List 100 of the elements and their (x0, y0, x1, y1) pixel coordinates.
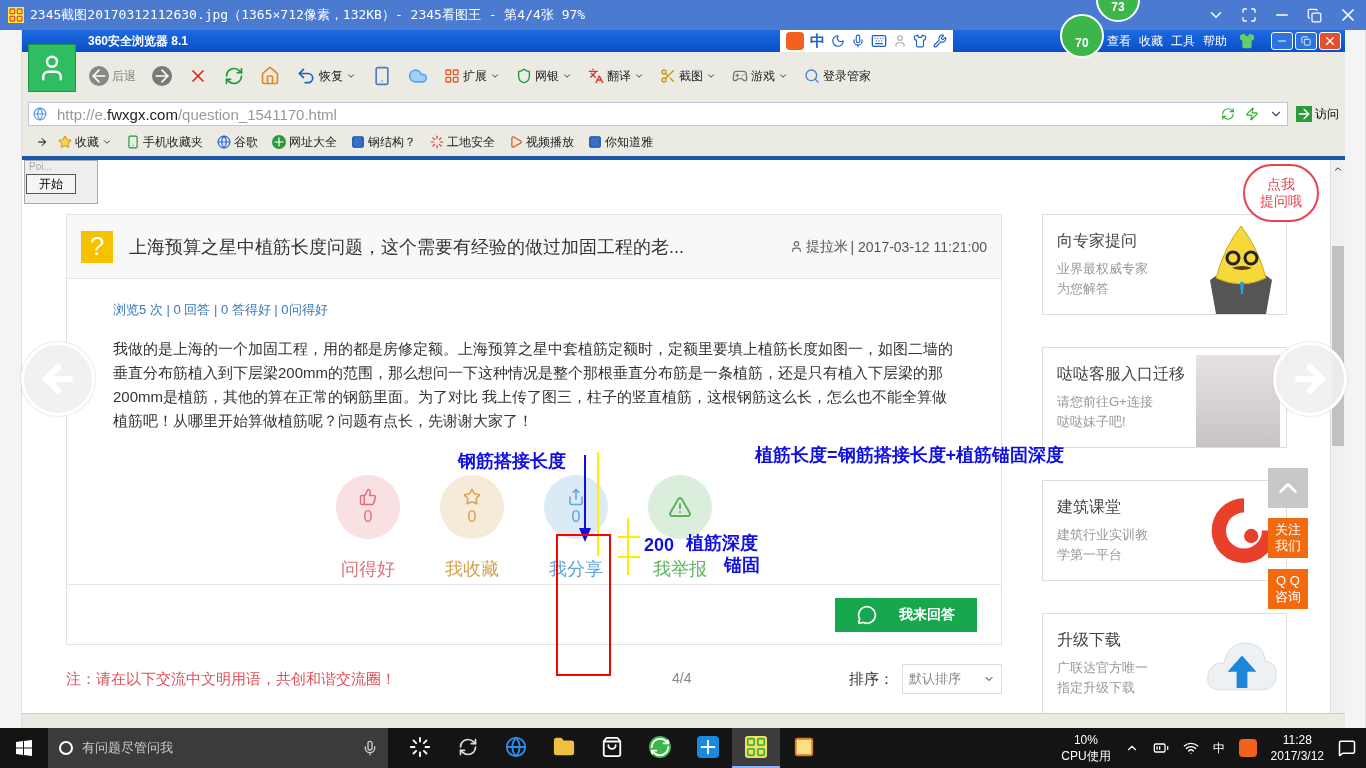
restore-icon[interactable] (1307, 7, 1322, 23)
annotation-label: 植筋长度=钢筋搭接长度+植筋锚固深度 (755, 446, 1065, 465)
warning-icon (668, 495, 692, 519)
start-button[interactable]: 开始 (26, 174, 76, 194)
caret-icon (346, 71, 356, 81)
search-field[interactable]: 有问题尽管问我 (48, 728, 388, 768)
toolbar-button[interactable]: 截图 (657, 65, 719, 87)
toolbar-button[interactable]: 翻译 (585, 65, 647, 87)
caret-icon (706, 71, 716, 81)
caret-icon (778, 71, 788, 81)
bookmark-item[interactable]: 谷歌 (213, 130, 262, 154)
ime-logo-icon (1238, 739, 1257, 757)
ad-subtitle: 指定升级下载 (1057, 679, 1136, 697)
back-icon (89, 66, 109, 86)
phone-icon (126, 135, 140, 149)
notice-text: 注：请在以下交流中文明用语，共创和谐交流圈！ (66, 669, 396, 689)
star-icon (58, 135, 72, 149)
bookmark-item[interactable]: 你知道雅 (584, 130, 657, 154)
shirt-icon (913, 34, 927, 48)
arrow-right-icon (1296, 106, 1312, 122)
annotation-label: 钢筋搭接长度 (458, 452, 566, 471)
menu-item[interactable]: 收藏 (1139, 32, 1163, 50)
image-viewer-icon (745, 736, 767, 758)
avatar-icon[interactable] (28, 44, 76, 92)
notification-icon[interactable] (1338, 739, 1356, 757)
grid-icon (444, 68, 460, 84)
question-title: 上海预算之星中植筋长度问题，这个需要有经验的做过加固工程的老... (129, 235, 684, 259)
clock[interactable]: 11:28 2017/3/12 (1270, 732, 1324, 764)
restore-button[interactable] (1295, 32, 1317, 50)
site-icon (588, 135, 602, 149)
ime-logo-icon (786, 32, 804, 50)
action-label: 我收藏 (445, 558, 499, 581)
popup-title: Poi... (28, 161, 52, 172)
action-label: 问得好 (341, 558, 395, 581)
annotation-label: 锚固 (724, 556, 760, 575)
scroll-up-icon[interactable] (1333, 164, 1343, 174)
refresh-icon (1221, 107, 1235, 121)
window-title: 2345截图20170312112630.jpg（1365×712像素，132KB）- 2345看图王 - 第4/4张 97% (30, 6, 586, 24)
ime-indicator[interactable]: 中 (1212, 739, 1225, 757)
author-link[interactable]: 提拉米 (805, 237, 848, 256)
menu-item[interactable]: 帮助 (1203, 32, 1227, 50)
bookmark-item[interactable]: 网址大全 (268, 130, 341, 154)
address-field[interactable]: http://e.fwxgx.com/question_1541170.html (28, 102, 1288, 126)
user-icon (789, 240, 803, 253)
keyboard-icon (871, 33, 887, 49)
cpu-meter: 10% CPU使用 (1061, 732, 1111, 764)
ad-title: 建筑课堂 (1057, 497, 1122, 517)
share-icon (567, 488, 585, 506)
plus-icon (272, 135, 286, 149)
globe-icon (33, 107, 47, 121)
notes-icon (793, 736, 815, 758)
play-icon (509, 135, 523, 149)
caret-icon (562, 71, 572, 81)
search-icon (58, 740, 74, 756)
lightning-icon (1245, 107, 1259, 121)
bookmark-item[interactable]: 钢结构？ (347, 130, 420, 154)
store-icon (601, 736, 623, 758)
mic-icon[interactable] (362, 740, 378, 756)
taskbar-app[interactable] (732, 728, 780, 768)
toolbar-button[interactable]: 扩展 (441, 65, 503, 87)
site-icon (351, 135, 365, 149)
toolbar-button[interactable]: 网银 (513, 65, 575, 87)
cloud-icon (408, 66, 428, 86)
refresh-icon (224, 66, 244, 86)
bookmark-item[interactable]: 收藏 (54, 130, 116, 154)
star-icon (463, 488, 481, 506)
ad-subtitle: 为您解答 (1057, 280, 1110, 298)
go-button[interactable]: 访问 (1296, 105, 1339, 123)
battery-icon (1152, 740, 1169, 756)
mic-icon (851, 34, 865, 48)
minimize-button[interactable] (1271, 32, 1293, 50)
caret-icon (490, 71, 500, 81)
shield-icon (516, 68, 532, 84)
action-count: 0 (363, 508, 373, 526)
scissors-icon (660, 68, 676, 84)
close-icon (1323, 34, 1337, 48)
bookmark-item[interactable]: 工地安全 (426, 130, 499, 154)
close-button[interactable] (1319, 32, 1341, 50)
post-date: | 2017-03-12 11:21:00 (850, 238, 987, 255)
action-count: 0 (467, 508, 477, 526)
question-icon: ? (81, 230, 113, 263)
bookmark-item[interactable]: 手机收藏夹 (122, 130, 207, 154)
dimension-mark (617, 517, 641, 576)
toolbar-button[interactable]: 恢复 (293, 64, 359, 88)
question-body: 我做的是上海的一个加固工程，用的都是房修定额。上海预算之星中套植筋定额时，定额里要填上植筋长度如图一，如图二墙的垂直分布筋植入到下层梁200mm的范围，那么想问一下这种情况是整个那根垂直分布筋是一条植筋，还是只有植入下层梁的那200mm是植筋，其他的算在正常的钢筋里面。为了对比 我上传了图三，柱子的竖直植筋，这根钢筋这么长，怎么也不能全算做植筋吧！从哪里开始算做植筋呢？问题有点长，先谢谢大家了！ (113, 339, 954, 431)
translate-icon (588, 68, 604, 84)
sort-label: 排序： (849, 669, 894, 689)
annotation-label: 200 (644, 536, 675, 555)
sidebar-toggle-icon[interactable] (36, 136, 48, 148)
menu-item[interactable]: 查看 (1107, 32, 1131, 50)
phone-icon (372, 66, 392, 86)
sort-select[interactable]: 默认排序 (902, 664, 1002, 694)
menu-item[interactable]: 工具 (1171, 32, 1195, 50)
ad-card[interactable]: 向专家提问 业界最权威专家 为您解答 (1042, 214, 1287, 315)
fullscreen-icon[interactable] (1241, 7, 1257, 23)
toolbar-button[interactable]: 游戏 (729, 65, 791, 87)
bookmark-item[interactable]: 视频播放 (505, 130, 578, 154)
toolbar-button[interactable]: 登录管家 (801, 65, 874, 87)
ad-subtitle: 请您前往G+连接 (1057, 393, 1154, 411)
search-icon (804, 68, 820, 84)
